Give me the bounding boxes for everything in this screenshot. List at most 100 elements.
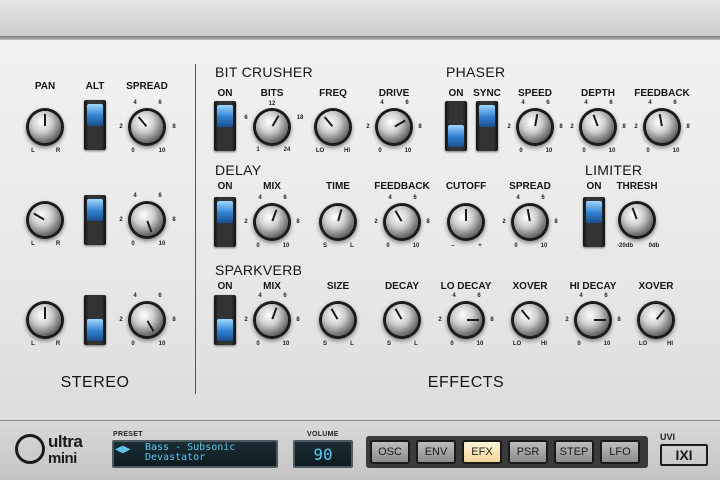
- mix-tick: 10: [282, 243, 290, 249]
- mix-tick: 0: [256, 243, 260, 249]
- pan-right-tick: R: [55, 148, 61, 154]
- preset-arrows-icon[interactable]: ◀▶: [115, 444, 130, 455]
- uvi-brand: UVI: [660, 432, 676, 442]
- delay-cutoff-knob[interactable]: [450, 206, 482, 238]
- sparkverb-on-switch[interactable]: [214, 295, 236, 345]
- sparkverb-hi-decay-knob[interactable]: [577, 304, 609, 336]
- delay-time-knob[interactable]: [322, 206, 354, 238]
- spread-tick: 4: [133, 100, 137, 106]
- effects-section-title: EFFECTS: [427, 374, 505, 391]
- depth-tick: 2: [570, 124, 574, 130]
- drive-knob[interactable]: [378, 111, 410, 143]
- freq-lo-tick: LO: [315, 148, 325, 154]
- spread-knob-3[interactable]: [131, 304, 163, 336]
- lodecay-tick: 4: [452, 293, 456, 299]
- hidecay-tick: 6: [604, 293, 608, 299]
- spread-tick: 8: [172, 217, 176, 223]
- alt-switch-1[interactable]: [84, 100, 106, 150]
- pan-knob-1[interactable]: [29, 111, 61, 143]
- feedback-tick: 4: [648, 100, 652, 106]
- phaser-speed-knob[interactable]: [519, 111, 551, 143]
- bits-tick: 12: [268, 101, 276, 107]
- sparkverb-xover2-label: XOVER: [638, 281, 674, 292]
- decay-l-tick: L: [414, 341, 418, 347]
- sparkverb-xover1-knob[interactable]: [514, 304, 546, 336]
- tab-lfo[interactable]: LFO: [600, 440, 640, 464]
- depth-tick: 0: [582, 148, 586, 154]
- svmix-tick: 10: [282, 341, 290, 347]
- depth-tick: 6: [609, 100, 613, 106]
- freq-knob[interactable]: [317, 111, 349, 143]
- sparkverb-lo-decay-knob[interactable]: [450, 304, 482, 336]
- dspread-tick: 6: [541, 195, 545, 201]
- thresh-min-tick: -20db: [616, 243, 634, 249]
- spread-tick: 10: [158, 148, 166, 154]
- spread-tick: 4: [133, 193, 137, 199]
- pan-header: PAN: [34, 81, 56, 92]
- bits-knob[interactable]: [256, 111, 288, 143]
- phaser-feedback-knob[interactable]: [646, 111, 678, 143]
- xover1-hi-tick: HI: [541, 341, 547, 347]
- phaser-on-switch[interactable]: [445, 101, 467, 151]
- sparkverb-xover2-knob[interactable]: [640, 304, 672, 336]
- bits-tick: 24: [283, 147, 291, 153]
- limiter-thresh-knob[interactable]: [621, 204, 653, 236]
- speed-tick: 10: [545, 148, 553, 154]
- alt-switch-3[interactable]: [84, 295, 106, 345]
- tab-psr[interactable]: PSR: [508, 440, 548, 464]
- pan-left-tick: L: [31, 148, 35, 154]
- sparkverb-decay-knob[interactable]: [386, 304, 418, 336]
- tab-osc[interactable]: OSC: [370, 440, 410, 464]
- speed-tick: 4: [521, 100, 525, 106]
- tab-env[interactable]: ENV: [416, 440, 456, 464]
- phaser-depth-knob[interactable]: [582, 111, 614, 143]
- bits-tick: 18: [296, 115, 304, 121]
- dfb-tick: 10: [412, 243, 420, 249]
- spread-tick: 2: [119, 217, 123, 223]
- limiter-on-switch[interactable]: [583, 197, 605, 247]
- uvi-logo-icon: IXI: [660, 444, 708, 466]
- preset-line-2: Devastator: [145, 452, 206, 463]
- tab-efx[interactable]: EFX: [462, 440, 502, 464]
- dspread-tick: 2: [502, 219, 506, 225]
- limiter-on-label: ON: [586, 181, 602, 192]
- dspread-tick: 8: [554, 219, 558, 225]
- speed-tick: 2: [507, 124, 511, 130]
- pan-left-tick: L: [31, 241, 35, 247]
- spread-header: SPREAD: [126, 81, 168, 92]
- pan-knob-2[interactable]: [29, 204, 61, 236]
- volume-display[interactable]: 90: [293, 440, 353, 468]
- sparkverb-size-knob[interactable]: [322, 304, 354, 336]
- phaser-sync-switch[interactable]: [476, 101, 498, 151]
- delay-mix-label: MIX: [263, 181, 281, 192]
- bit-crusher-on-switch[interactable]: [214, 101, 236, 151]
- freq-hi-tick: HI: [344, 148, 350, 154]
- spread-knob-2[interactable]: [131, 204, 163, 236]
- svmix-tick: 0: [256, 341, 260, 347]
- spread-tick: 10: [158, 241, 166, 247]
- bits-label: BITS: [260, 88, 284, 99]
- phaser-feedback-label: FEEDBACK: [634, 88, 690, 99]
- lodecay-tick: 8: [490, 317, 494, 323]
- top-bar: [0, 0, 720, 40]
- delay-spread-label: SPREAD: [509, 181, 551, 192]
- phaser-speed-label: SPEED: [518, 88, 552, 99]
- delay-mix-knob[interactable]: [256, 206, 288, 238]
- delay-on-switch[interactable]: [214, 197, 236, 247]
- delay-feedback-knob[interactable]: [386, 206, 418, 238]
- delay-feedback-label: FEEDBACK: [374, 181, 430, 192]
- speed-tick: 8: [559, 124, 563, 130]
- mix-tick: 4: [258, 195, 262, 201]
- feedback-tick: 2: [634, 124, 638, 130]
- tab-step[interactable]: STEP: [554, 440, 594, 464]
- spread-knob-1[interactable]: [131, 111, 163, 143]
- drive-tick: 10: [404, 148, 412, 154]
- delay-title: DELAY: [215, 162, 262, 178]
- pan-knob-3[interactable]: [29, 304, 61, 336]
- sparkverb-mix-knob[interactable]: [256, 304, 288, 336]
- sparkverb-lo-decay-label: LO DECAY: [440, 281, 492, 292]
- phaser-on-label: ON: [448, 88, 464, 99]
- delay-spread-knob[interactable]: [514, 206, 546, 238]
- alt-switch-2[interactable]: [84, 195, 106, 245]
- lodecay-tick: 10: [476, 341, 484, 347]
